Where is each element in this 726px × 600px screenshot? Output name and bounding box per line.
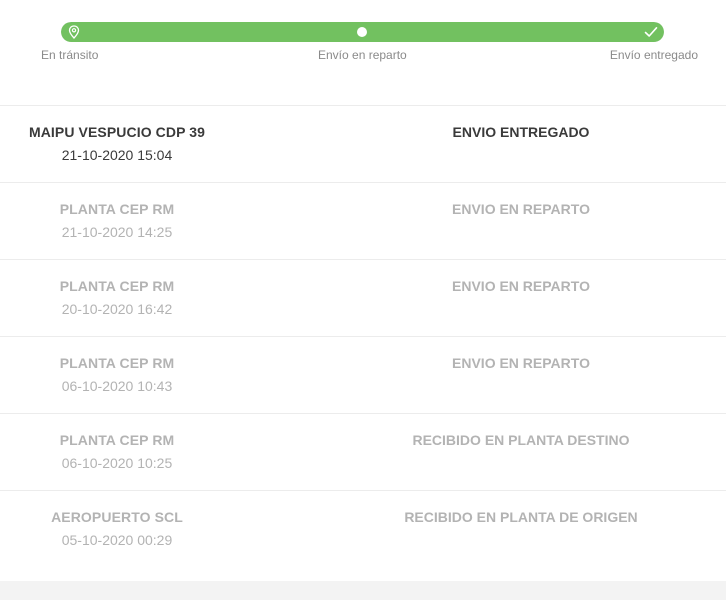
event-status: RECIBIDO EN PLANTA DESTINO: [412, 432, 630, 448]
event-status: ENVIO EN REPARTO: [452, 355, 590, 371]
event-datetime: 21-10-2020 14:25: [61, 224, 173, 240]
event-status: ENVIO EN REPARTO: [452, 201, 590, 217]
event-datetime: 06-10-2020 10:43: [61, 378, 173, 394]
tracking-event-row: AEROPUERTO SCL 05-10-2020 00:29 RECIBIDO…: [0, 490, 726, 567]
dot-icon: [352, 22, 372, 42]
event-datetime: 20-10-2020 16:42: [61, 301, 173, 317]
event-location: PLANTA CEP RM: [59, 355, 175, 371]
tracking-event-row: PLANTA CEP RM 21-10-2020 14:25 ENVIO EN …: [0, 182, 726, 259]
event-datetime: 06-10-2020 10:25: [61, 455, 173, 471]
event-status: ENVIO EN REPARTO: [452, 278, 590, 294]
event-datetime: 21-10-2020 15:04: [61, 147, 173, 163]
shipment-progress: En tránsito Envío en reparto Envío entre…: [0, 0, 726, 106]
tracking-event-row: PLANTA CEP RM 20-10-2020 16:42 ENVIO EN …: [0, 259, 726, 336]
step-label-delivered: Envío entregado: [609, 48, 698, 62]
event-location: PLANTA CEP RM: [59, 278, 175, 294]
tracking-event-row: PLANTA CEP RM 06-10-2020 10:25 RECIBIDO …: [0, 413, 726, 490]
event-location: PLANTA CEP RM: [59, 432, 175, 448]
location-pin-icon: [64, 22, 84, 42]
event-status: RECIBIDO EN PLANTA DE ORIGEN: [404, 509, 638, 525]
footer-band: [0, 581, 726, 600]
step-label-in-transit: En tránsito: [41, 48, 99, 62]
event-location: AEROPUERTO SCL: [51, 509, 183, 525]
event-datetime: 05-10-2020 00:29: [61, 532, 173, 548]
event-status: ENVIO ENTREGADO: [452, 124, 590, 140]
tracking-event-list: MAIPU VESPUCIO CDP 39 21-10-2020 15:04 E…: [0, 105, 726, 567]
event-location: MAIPU VESPUCIO CDP 39: [28, 124, 206, 140]
tracking-event-row: PLANTA CEP RM 06-10-2020 10:43 ENVIO EN …: [0, 336, 726, 413]
checkmark-icon: [641, 22, 661, 42]
tracking-event-row: MAIPU VESPUCIO CDP 39 21-10-2020 15:04 E…: [0, 105, 726, 182]
event-location: PLANTA CEP RM: [59, 201, 175, 217]
step-label-out-for-delivery: Envío en reparto: [318, 48, 407, 62]
